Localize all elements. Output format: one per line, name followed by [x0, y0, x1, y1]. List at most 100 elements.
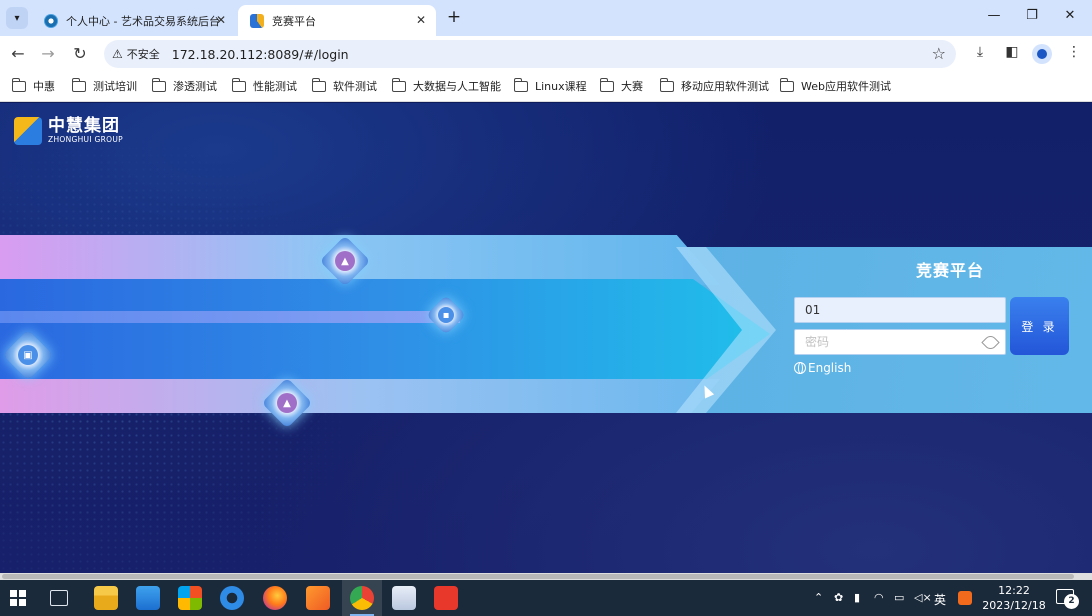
login-button[interactable]: 登 录 [1010, 297, 1069, 355]
restore-button[interactable]: ❐ [1022, 8, 1042, 23]
banner-stripe [0, 279, 770, 389]
tab-competition-platform[interactable]: 竞赛平台 ✕ [238, 5, 436, 36]
browser-toolbar: ← → ↻ ⚠ 不安全 172.18.20.112:8089/#/login ☆… [0, 36, 1092, 72]
battery-icon[interactable]: ▭ [894, 591, 904, 604]
banner-stripe [0, 311, 460, 323]
tab-title: 个人中心 - 艺术品交易系统后台 [66, 14, 220, 28]
language-label: English [808, 361, 852, 375]
tab-search-button[interactable]: ▾ [6, 7, 28, 29]
company-logo: 中慧集团 ZHONGHUI GROUP [14, 117, 123, 145]
side-panel-icon[interactable]: ◧ [1002, 44, 1022, 60]
ie-browser-icon[interactable] [220, 586, 244, 610]
folder-icon [599, 77, 614, 92]
tab-strip: ▾ 个人中心 - 艺术品交易系统后台 ✕ 竞赛平台 ✕ + — ❐ ✕ [0, 0, 1092, 36]
file-explorer-icon[interactable] [94, 586, 118, 610]
site-favicon-icon [44, 13, 58, 28]
bookmark-folder[interactable]: 大赛 [599, 77, 643, 94]
globe-icon [794, 362, 806, 374]
clock-date: 2023/12/18 [982, 599, 1046, 612]
notification-badge: 2 [1064, 594, 1079, 609]
bookmark-label: Web应用软件测试 [801, 80, 891, 93]
bookmark-label: 测试培训 [93, 80, 137, 93]
password-field[interactable] [794, 329, 1006, 355]
bookmark-folder[interactable]: 大数据与人工智能 [391, 77, 501, 94]
back-button[interactable]: ← [8, 44, 28, 64]
language-switch[interactable]: English [794, 361, 851, 375]
logo-mark-icon [14, 117, 42, 145]
system-clock[interactable]: 12:22 2023/12/18 [982, 583, 1046, 613]
input-method-indicator[interactable]: 英 [934, 591, 946, 608]
chrome-icon[interactable] [350, 586, 374, 610]
folder-icon [513, 77, 528, 92]
username-input[interactable] [795, 298, 1005, 322]
tray-chevron-icon[interactable]: ⌃ [814, 591, 823, 604]
bookmark-folder[interactable]: Web应用软件测试 [779, 77, 891, 94]
bookmark-label: Linux课程 [535, 80, 587, 93]
folder-icon [311, 77, 326, 92]
bookmark-folder[interactable]: 渗透测试 [151, 77, 217, 94]
task-view-icon[interactable] [50, 590, 68, 606]
download-icon[interactable]: ⤓ [970, 44, 990, 60]
volume-muted-icon[interactable]: ◁× [914, 591, 932, 604]
folder-icon [71, 77, 86, 92]
bookmarks-bar: 中惠 测试培训 渗透测试 性能测试 软件测试 大数据与人工智能 Linux课程 … [0, 72, 1092, 102]
wps-office-icon[interactable] [434, 586, 458, 610]
forward-button[interactable]: → [38, 44, 58, 64]
bookmark-folder[interactable]: 中惠 [11, 77, 55, 94]
folder-icon [11, 77, 26, 92]
banner-stripe [0, 379, 720, 413]
site-favicon-icon [250, 13, 264, 28]
url-text[interactable]: 172.18.20.112:8089/#/login [172, 47, 349, 62]
sogou-ime-icon[interactable] [958, 591, 972, 605]
new-tab-button[interactable]: + [444, 7, 464, 27]
bookmark-label: 渗透测试 [173, 80, 217, 93]
app-orange-icon[interactable] [306, 586, 330, 610]
folder-icon [231, 77, 246, 92]
network-icon[interactable]: ◠ [874, 591, 884, 604]
bookmark-folder[interactable]: 软件测试 [311, 77, 377, 94]
security-label: 不安全 [126, 48, 160, 61]
profile-avatar[interactable] [1032, 44, 1052, 64]
tab-title: 竞赛平台 [272, 14, 316, 28]
store-icon[interactable] [178, 586, 202, 610]
bookmark-star-icon[interactable]: ☆ [932, 44, 946, 63]
close-icon[interactable]: ✕ [216, 13, 226, 27]
close-window-button[interactable]: ✕ [1060, 8, 1080, 23]
bookmark-folder[interactable]: 移动应用软件测试 [659, 77, 769, 94]
folder-icon [779, 77, 794, 92]
folder-icon [151, 77, 166, 92]
bookmark-label: 中惠 [33, 80, 55, 93]
microphone-icon[interactable]: ▮ [854, 591, 860, 604]
folder-icon [659, 77, 674, 92]
bookmark-folder[interactable]: Linux课程 [513, 77, 587, 94]
warning-icon: ⚠ [112, 47, 123, 61]
scrollbar-thumb[interactable] [2, 574, 1074, 579]
close-icon[interactable]: ✕ [416, 13, 426, 27]
bookmark-label: 软件测试 [333, 80, 377, 93]
bookmark-folder[interactable]: 性能测试 [231, 77, 297, 94]
windows-taskbar: ⌃ ✿ ▮ ◠ ▭ ◁× 英 12:22 2023/12/18 2 [0, 580, 1092, 616]
login-title: 竞赛平台 [916, 261, 985, 280]
start-button-icon[interactable] [10, 590, 26, 606]
bookmark-label: 性能测试 [253, 80, 297, 93]
firefox-icon[interactable] [263, 586, 287, 610]
password-input[interactable] [795, 330, 1005, 354]
menu-icon[interactable]: ⋮ [1064, 44, 1084, 60]
bookmark-label: 大数据与人工智能 [413, 80, 501, 93]
minimize-button[interactable]: — [984, 8, 1004, 23]
mail-icon[interactable] [136, 586, 160, 610]
clock-time: 12:22 [998, 584, 1030, 597]
bookmark-label: 移动应用软件测试 [681, 80, 769, 93]
app-white-icon[interactable] [392, 586, 416, 610]
logo-name-cn: 中慧集团 [48, 116, 120, 136]
address-bar[interactable]: ⚠ 不安全 172.18.20.112:8089/#/login ☆ [104, 40, 956, 68]
bookmark-folder[interactable]: 测试培训 [71, 77, 137, 94]
login-page: 中慧集团 ZHONGHUI GROUP ▲ ▪ ▣ ▲ 竞赛平台 登 录 Eng… [0, 103, 1092, 573]
security-indicator[interactable]: ⚠ 不安全 [112, 46, 160, 62]
tab-personal-center[interactable]: 个人中心 - 艺术品交易系统后台 ✕ [32, 5, 236, 36]
tray-app-icon[interactable]: ✿ [834, 591, 843, 604]
reload-button[interactable]: ↻ [70, 44, 90, 64]
horizontal-scrollbar[interactable] [0, 573, 1092, 580]
username-field[interactable] [794, 297, 1006, 323]
logo-name-en: ZHONGHUI GROUP [48, 135, 123, 144]
